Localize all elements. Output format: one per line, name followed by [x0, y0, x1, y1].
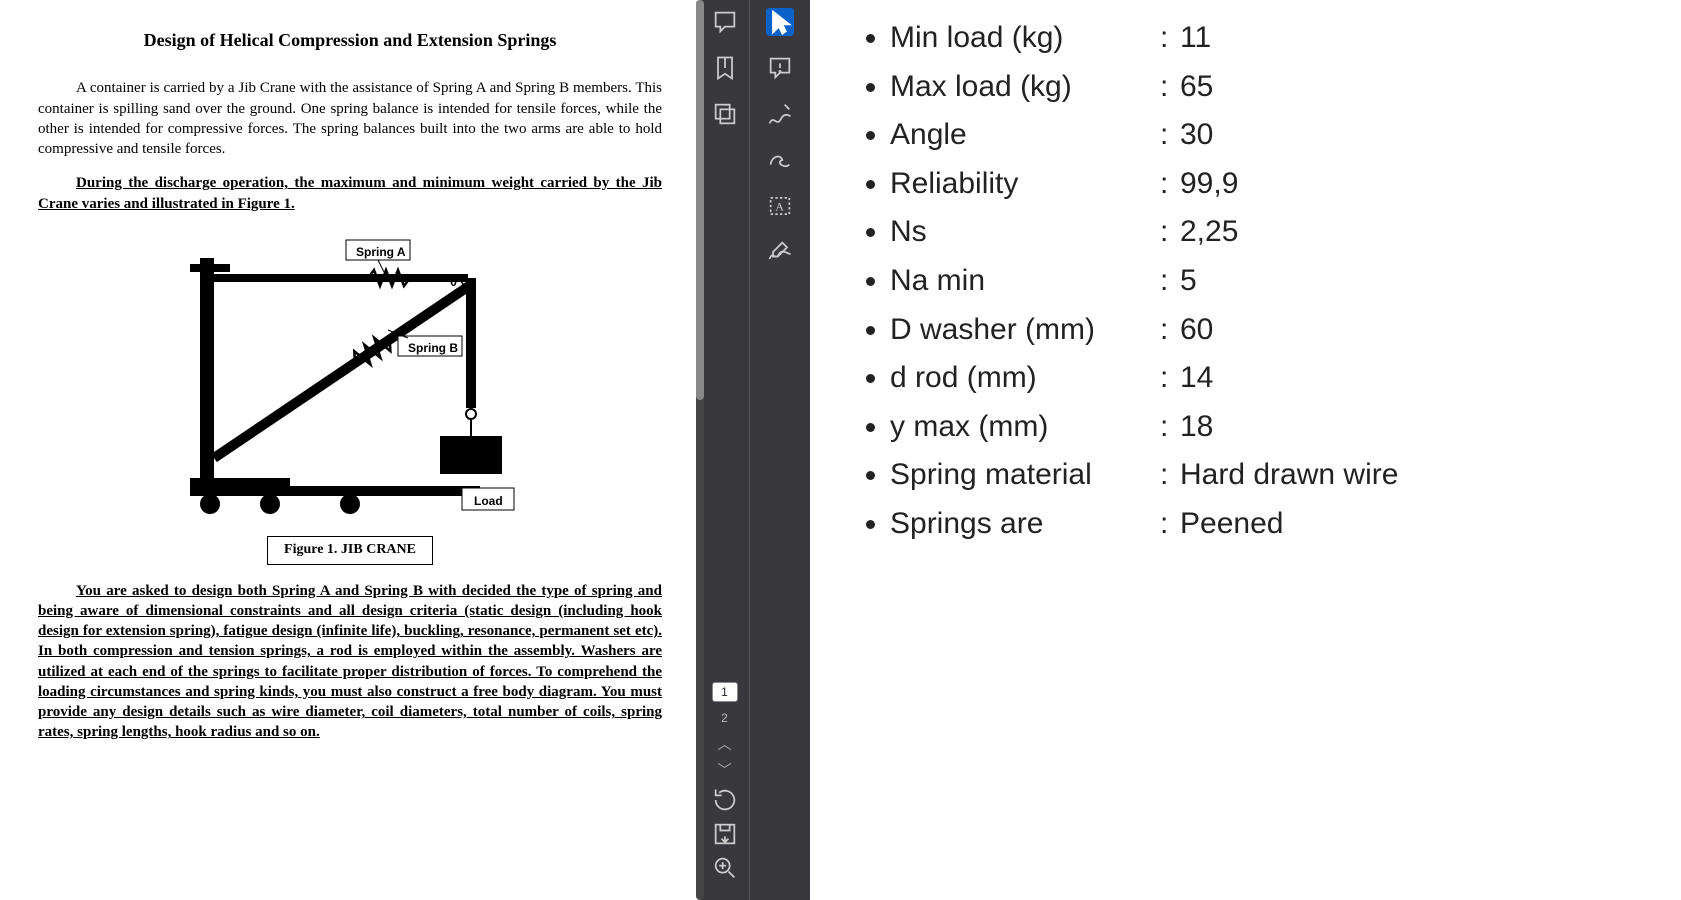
spec-item: Ns: 2,25: [890, 208, 1651, 257]
zoom-in-icon[interactable]: [711, 854, 739, 882]
svg-text:A: A: [775, 201, 784, 214]
spec-value: 65: [1180, 63, 1213, 112]
spec-value: 99,9: [1180, 160, 1238, 209]
spring-b-label: Spring B: [408, 340, 458, 356]
spec-item: Spring material: Hard drawn wire: [890, 451, 1651, 500]
signature-icon[interactable]: [766, 238, 794, 266]
page-thumb-2[interactable]: 2: [712, 708, 738, 728]
spec-separator: :: [1160, 208, 1180, 257]
spec-value: Peened: [1180, 500, 1283, 549]
spec-label: Min load (kg): [890, 14, 1160, 63]
spec-label: Reliability: [890, 160, 1160, 209]
emphasis-paragraph-1: During the discharge operation, the maxi…: [38, 173, 662, 214]
spec-separator: :: [1160, 500, 1180, 549]
intro-paragraph: A container is carried by a Jib Crane wi…: [38, 78, 662, 159]
spec-item: d rod (mm): 14: [890, 354, 1651, 403]
spec-separator: :: [1160, 354, 1180, 403]
erase-icon[interactable]: [766, 146, 794, 174]
spec-label: d rod (mm): [890, 354, 1160, 403]
annotate-comment-icon[interactable]: [766, 54, 794, 82]
text-annotation-icon[interactable]: A: [766, 192, 794, 220]
spec-item: Reliability: 99,9: [890, 160, 1651, 209]
figure-container: Spring A Spring B θ Load Figure 1. JIB C…: [38, 228, 662, 565]
spec-value: 60: [1180, 306, 1213, 355]
pdf-toolbar: 1 2 ︿ ﹀ A: [700, 0, 810, 900]
spec-label: y max (mm): [890, 403, 1160, 452]
spec-separator: :: [1160, 63, 1180, 112]
spec-separator: :: [1160, 257, 1180, 306]
spec-label: Angle: [890, 111, 1160, 160]
specs-list: Min load (kg): 11Max load (kg): 65Angle:…: [840, 14, 1651, 549]
spec-item: Na min: 5: [890, 257, 1651, 306]
rotate-icon[interactable]: [711, 786, 739, 814]
spec-label: Springs are: [890, 500, 1160, 549]
spec-value: 30: [1180, 111, 1213, 160]
page-thumb-1[interactable]: 1: [712, 682, 738, 702]
page-up-icon[interactable]: ︿: [718, 734, 732, 754]
page-down-icon[interactable]: ﹀: [718, 760, 732, 780]
spec-separator: :: [1160, 403, 1180, 452]
jib-crane-figure: [160, 228, 540, 528]
spec-item: D washer (mm): 60: [890, 306, 1651, 355]
spec-item: Angle: 30: [890, 111, 1651, 160]
spec-item: y max (mm): 18: [890, 403, 1651, 452]
spec-value: 11: [1180, 14, 1211, 63]
save-icon[interactable]: [711, 820, 739, 848]
spec-value: 5: [1180, 257, 1197, 306]
page-title: Design of Helical Compression and Extens…: [38, 28, 662, 52]
spec-value: 18: [1180, 403, 1213, 452]
figure-caption: Figure 1. JIB CRANE: [267, 536, 433, 565]
spec-value: 14: [1180, 354, 1213, 403]
spec-label: Ns: [890, 208, 1160, 257]
spec-label: Max load (kg): [890, 63, 1160, 112]
spec-separator: :: [1160, 160, 1180, 209]
spec-label: Spring material: [890, 451, 1160, 500]
load-label: Load: [474, 493, 503, 509]
spec-value: Hard drawn wire: [1180, 451, 1398, 500]
spec-separator: :: [1160, 111, 1180, 160]
spec-label: Na min: [890, 257, 1160, 306]
task-paragraph: You are asked to design both Spring A an…: [38, 581, 662, 743]
copy-icon[interactable]: [711, 100, 739, 128]
spec-separator: :: [1160, 306, 1180, 355]
cursor-icon[interactable]: [766, 8, 794, 36]
draw-icon[interactable]: [766, 100, 794, 128]
pdf-scrollbar-track[interactable]: [696, 0, 704, 900]
pdf-scrollbar-thumb[interactable]: [696, 0, 704, 400]
spec-item: Min load (kg): 11: [890, 14, 1651, 63]
spec-separator: :: [1160, 14, 1180, 63]
comment-icon[interactable]: [711, 8, 739, 36]
spec-label: D washer (mm): [890, 306, 1160, 355]
spec-item: Springs are: Peened: [890, 500, 1651, 549]
spec-item: Max load (kg): 65: [890, 63, 1651, 112]
pdf-page: Design of Helical Compression and Extens…: [0, 0, 700, 900]
spring-a-label: Spring A: [356, 244, 406, 260]
spec-value: 2,25: [1180, 208, 1238, 257]
specs-panel: Min load (kg): 11Max load (kg): 65Angle:…: [810, 0, 1681, 900]
spec-separator: :: [1160, 451, 1180, 500]
theta-label: θ: [450, 273, 457, 291]
bookmark-icon[interactable]: [711, 54, 739, 82]
